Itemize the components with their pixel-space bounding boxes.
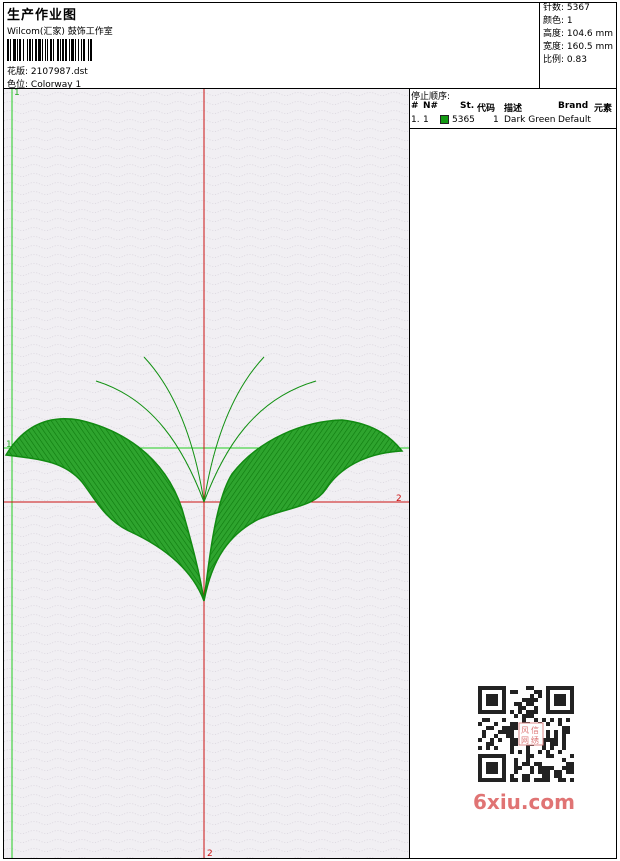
embroidery-preview: 1 1 2 2 bbox=[4, 89, 409, 858]
barcode-bar bbox=[60, 39, 61, 61]
row-brand: Default bbox=[558, 115, 591, 125]
fabric-texture bbox=[4, 89, 409, 858]
stat-scale: 比例: 0.83 bbox=[543, 55, 587, 65]
stat-height: 高度: 104.6 mm bbox=[543, 29, 614, 39]
qr-seal-1: 风 bbox=[521, 726, 529, 735]
company-name: Wilcom(汇家) 鼓饰工作室 bbox=[7, 27, 113, 37]
barcode-bar bbox=[7, 39, 9, 61]
thread-color-swatch bbox=[440, 115, 449, 124]
col-st: St. bbox=[460, 101, 475, 111]
barcode-bar bbox=[75, 39, 76, 61]
col-brand: Brand bbox=[558, 101, 589, 111]
barcode-bar bbox=[19, 39, 21, 61]
barcode-bar bbox=[88, 39, 89, 61]
barcode-bar bbox=[45, 39, 46, 61]
col-desc: 描述 bbox=[504, 104, 523, 114]
qr-seal-3: 网 bbox=[521, 736, 529, 745]
barcode-bar bbox=[35, 39, 37, 61]
row-num: 1. bbox=[411, 115, 420, 125]
row-no: 1 bbox=[423, 115, 429, 125]
barcode-bar bbox=[83, 39, 85, 61]
col-code: 代码 bbox=[477, 104, 496, 114]
barcode-bar bbox=[27, 39, 28, 61]
barcode-bar bbox=[17, 39, 18, 61]
barcode-bar bbox=[47, 39, 48, 61]
barcode-bar bbox=[81, 39, 82, 61]
design-label: 花版: bbox=[7, 67, 29, 77]
stat-width: 宽度: 160.5 mm bbox=[543, 42, 614, 52]
row-code: 1 bbox=[493, 115, 499, 125]
barcode-bar bbox=[69, 39, 70, 61]
barcode-bar bbox=[50, 39, 52, 61]
barcode bbox=[7, 39, 92, 61]
row-st: 5365 bbox=[452, 115, 475, 125]
design-file: 花版: 2107987.dst bbox=[7, 64, 88, 77]
stat-stitches: 针数: 5367 bbox=[543, 3, 590, 13]
barcode-bar bbox=[62, 39, 64, 61]
marker-right-red: 2 bbox=[396, 494, 402, 504]
col-element: 元素 bbox=[594, 104, 613, 114]
header: 生产作业图 Wilcom(汇家) 鼓饰工作室 花版: 2107987.dst 色… bbox=[4, 4, 539, 90]
qr-code-icon: 风 信 网 绣 bbox=[471, 683, 581, 783]
design-canvas[interactable]: 1 1 2 2 bbox=[4, 89, 409, 858]
barcode-bar bbox=[38, 39, 41, 61]
barcode-bar bbox=[90, 39, 92, 61]
col-no: N# bbox=[423, 101, 439, 111]
barcode-bar bbox=[32, 39, 33, 61]
barcode-bar bbox=[78, 39, 79, 61]
barcode-bar bbox=[53, 39, 54, 61]
stop-table-header: # N# St. 代码 描述 Brand 元素 bbox=[410, 101, 616, 114]
marker-bottom-red: 2 bbox=[207, 849, 213, 858]
barcode-bar bbox=[71, 39, 74, 61]
marker-top-green: 1 bbox=[14, 89, 20, 98]
stats-panel: 针数: 5367 颜色: 1 高度: 104.6 mm 宽度: 160.5 mm… bbox=[539, 2, 617, 88]
stop-table-divider bbox=[410, 128, 616, 129]
page-title: 生产作业图 bbox=[7, 8, 78, 23]
col-num: # bbox=[411, 101, 419, 111]
barcode-bar bbox=[57, 39, 59, 61]
barcode-bar bbox=[13, 39, 16, 61]
marker-left-green: 1 bbox=[6, 440, 12, 450]
watermark-site: 6xiu.com bbox=[473, 790, 575, 814]
qr-seal-2: 信 bbox=[531, 725, 539, 735]
barcode-bar bbox=[29, 39, 31, 61]
barcode-bar bbox=[10, 39, 11, 61]
design-value: 2107987.dst bbox=[30, 67, 88, 77]
stop-table-row[interactable]: 1. 1 5365 1 Dark Green Default bbox=[410, 115, 616, 128]
stat-colors: 颜色: 1 bbox=[543, 16, 573, 26]
barcode-bar bbox=[42, 39, 43, 61]
barcode-bar bbox=[65, 39, 67, 61]
barcode-bar bbox=[23, 39, 24, 61]
row-desc: Dark Green bbox=[504, 115, 556, 125]
qr-seal-4: 绣 bbox=[531, 735, 539, 745]
